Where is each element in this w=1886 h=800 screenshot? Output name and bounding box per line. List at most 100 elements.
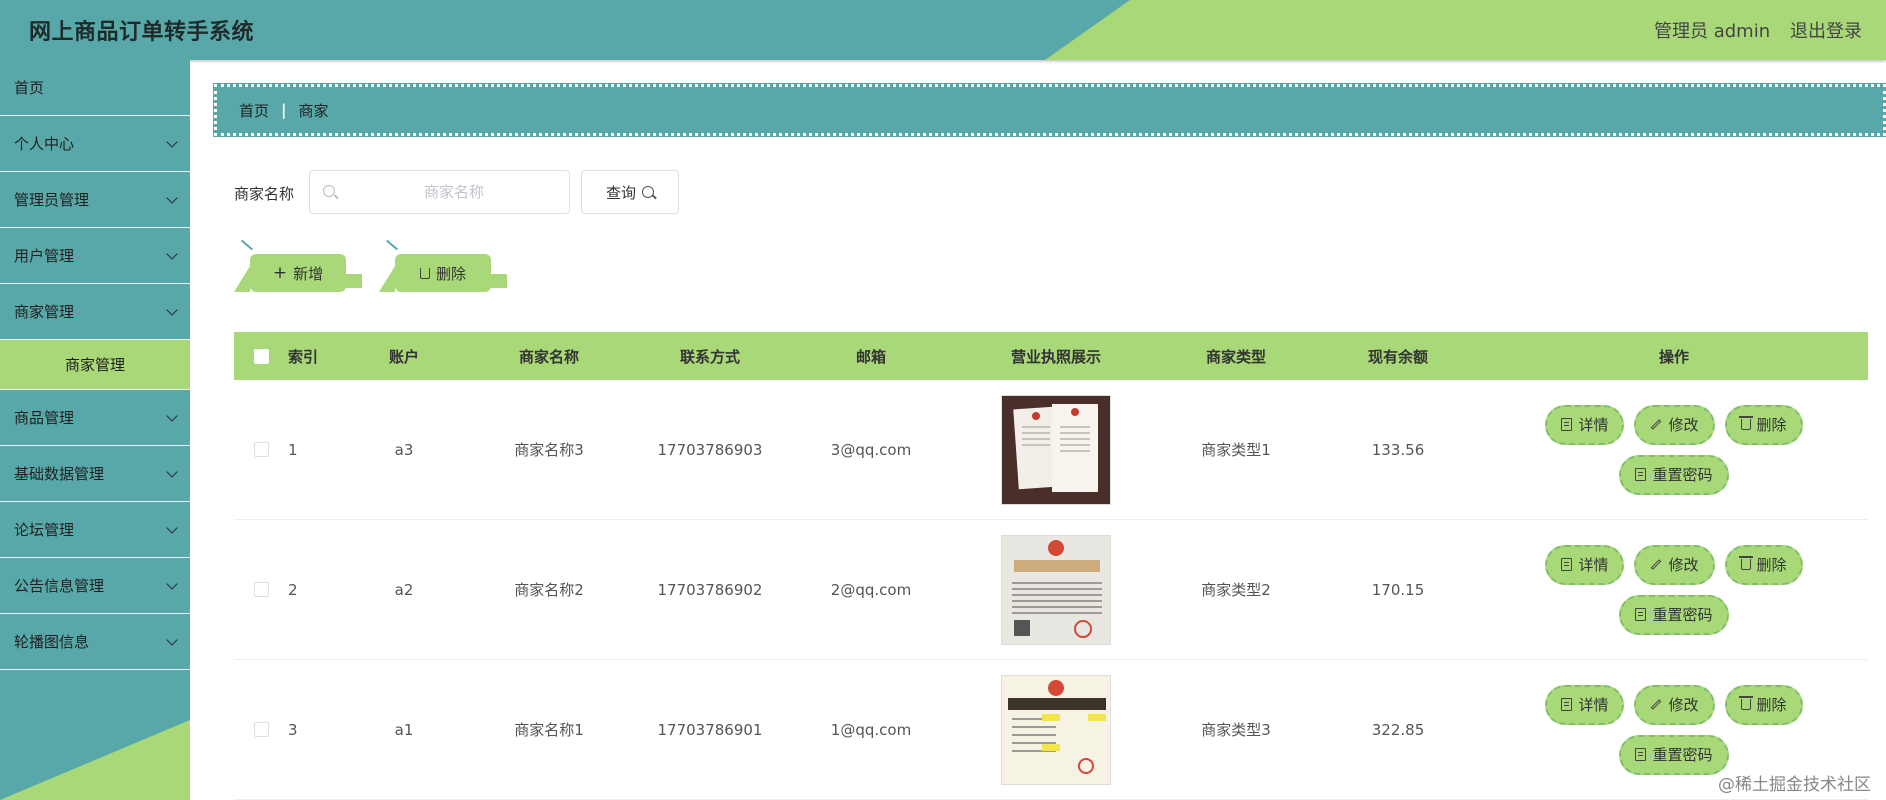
sidebar-item-label: 商家管理 <box>14 303 75 321</box>
index-cell: 2 <box>288 580 298 599</box>
table-row: 1 a3 商家名称3 17703786903 3@qq.com 商家类型1 13… <box>234 380 1868 520</box>
current-user: 管理员 admin <box>1654 21 1771 42</box>
row-checkbox[interactable] <box>253 722 269 737</box>
column-header: 营业执照展示 <box>1010 347 1101 366</box>
detail-button[interactable]: 详情 <box>1545 684 1625 725</box>
column-header: 操作 <box>1658 347 1689 366</box>
trash-icon <box>1738 696 1753 710</box>
phone-cell: 17703786901 <box>657 720 763 739</box>
delete-button[interactable]: 删除 <box>1724 404 1803 445</box>
edit-icon <box>1651 559 1662 570</box>
sidebar-item-notice-management[interactable]: 公告信息管理 <box>0 558 190 614</box>
reset-password-button[interactable]: 重置密码 <box>1619 454 1729 495</box>
balance-cell: 322.85 <box>1371 720 1425 739</box>
detail-button[interactable]: 详情 <box>1545 404 1625 445</box>
breadcrumb-home[interactable]: 首页 <box>239 100 269 121</box>
search-icon <box>323 185 335 197</box>
detail-button[interactable]: 详情 <box>1545 544 1625 585</box>
reset-password-button[interactable]: 重置密码 <box>1619 594 1729 635</box>
sidebar-item-label: 个人中心 <box>14 135 75 153</box>
column-header: 现有余额 <box>1367 347 1428 366</box>
sidebar-item-admin-management[interactable]: 管理员管理 <box>0 172 190 228</box>
chevron-down-icon <box>166 304 178 316</box>
sidebar-item-label: 商家管理 <box>64 356 125 374</box>
sidebar-subitem-merchant-management[interactable]: 商家管理 <box>0 340 190 390</box>
sidebar-item-forum-management[interactable]: 论坛管理 <box>0 502 190 558</box>
document-icon <box>1561 698 1573 711</box>
table-row: 2 a2 商家名称2 17703786902 2@qq.com 商家类型2 17… <box>234 520 1868 660</box>
column-header: 邮箱 <box>855 347 886 366</box>
detail-label: 详情 <box>1578 416 1609 434</box>
row-checkbox[interactable] <box>253 582 269 597</box>
merchant-name-cell: 商家名称1 <box>514 721 584 739</box>
sidebar-item-basic-data-management[interactable]: 基础数据管理 <box>0 446 190 502</box>
index-cell: 3 <box>288 720 298 739</box>
reset-password-label: 重置密码 <box>1652 606 1713 624</box>
batch-delete-button[interactable]: 删除 <box>385 239 507 292</box>
document-icon <box>1635 748 1647 761</box>
row-checkbox[interactable] <box>253 442 269 457</box>
decoration-tick <box>240 239 254 251</box>
sidebar-item-home[interactable]: 首页 <box>0 60 190 116</box>
trash-icon <box>1738 416 1753 430</box>
merchant-type-cell: 商家类型3 <box>1201 721 1271 739</box>
index-cell: 1 <box>288 440 298 459</box>
column-header: 索引 <box>288 347 319 366</box>
email-cell: 2@qq.com <box>830 580 912 599</box>
watermark: @稀土掘金技术社区 <box>1718 775 1871 795</box>
top-header: 网上商品订单转手系统 管理员 admin 退出登录 <box>0 0 1886 60</box>
row-select-cell <box>234 582 288 597</box>
chevron-down-icon <box>166 634 178 646</box>
sidebar-item-label: 用户管理 <box>14 247 75 265</box>
account-cell: a3 <box>394 440 414 459</box>
breadcrumb-current: 商家 <box>298 101 329 120</box>
business-license-image[interactable] <box>1001 534 1111 645</box>
merchant-table: 索引 账户 商家名称 联系方式 邮箱 营业执照展示 商家类型 现有余额 操作 1… <box>234 332 1868 800</box>
logout-link[interactable]: 退出登录 <box>1790 17 1862 43</box>
chevron-down-icon <box>166 522 178 534</box>
query-button[interactable]: 查询 <box>581 170 679 214</box>
license-cell <box>956 674 1156 785</box>
chevron-down-icon <box>166 136 178 148</box>
sidebar-item-user-management[interactable]: 用户管理 <box>0 228 190 284</box>
add-button[interactable]: + 新增 <box>240 239 362 292</box>
sidebar-item-merchant-management[interactable]: 商家管理 <box>0 284 190 340</box>
document-icon <box>1561 558 1573 571</box>
delete-button[interactable]: 删除 <box>1724 544 1803 585</box>
add-button-label: 新增 <box>293 264 324 283</box>
merchant-type-cell: 商家类型1 <box>1201 441 1271 459</box>
sidebar-item-label: 公告信息管理 <box>14 577 105 595</box>
reset-password-label: 重置密码 <box>1652 746 1713 764</box>
sidebar: 首页 个人中心 管理员管理 用户管理 商家管理 商家管理 商品管理 基础数据管理… <box>0 60 190 800</box>
edit-button[interactable]: 修改 <box>1634 684 1715 725</box>
select-all-checkbox[interactable] <box>253 348 269 364</box>
row-select-cell <box>234 442 288 457</box>
merchant-name-input[interactable] <box>344 171 564 213</box>
delete-label: 删除 <box>1756 696 1787 714</box>
chevron-down-icon <box>166 578 178 590</box>
plus-icon: + <box>272 263 288 283</box>
merchant-name-cell: 商家名称2 <box>514 581 584 599</box>
account-cell: a1 <box>394 720 414 739</box>
column-header: 联系方式 <box>679 347 740 366</box>
reset-password-button[interactable]: 重置密码 <box>1619 734 1729 775</box>
sidebar-item-carousel-info[interactable]: 轮播图信息 <box>0 614 190 670</box>
edit-button[interactable]: 修改 <box>1634 404 1715 445</box>
account-cell: a2 <box>394 580 414 599</box>
sidebar-item-product-management[interactable]: 商品管理 <box>0 390 190 446</box>
edit-label: 修改 <box>1668 416 1699 434</box>
edit-label: 修改 <box>1668 696 1699 714</box>
app-title: 网上商品订单转手系统 <box>29 20 255 45</box>
business-license-image[interactable] <box>1001 394 1111 505</box>
business-license-image[interactable] <box>1001 674 1111 785</box>
sidebar-item-personal-center[interactable]: 个人中心 <box>0 116 190 172</box>
delete-label: 删除 <box>1756 556 1787 574</box>
edit-button[interactable]: 修改 <box>1634 544 1715 585</box>
operations-cell: 详情 修改 删除 重置密码 <box>1480 684 1868 775</box>
delete-button[interactable]: 删除 <box>1724 684 1803 725</box>
decoration-tick <box>385 239 399 251</box>
edit-icon <box>1651 699 1662 710</box>
sidebar-item-label: 轮播图信息 <box>14 633 90 651</box>
breadcrumb-separator: | <box>281 101 287 119</box>
document-icon <box>1561 418 1573 431</box>
